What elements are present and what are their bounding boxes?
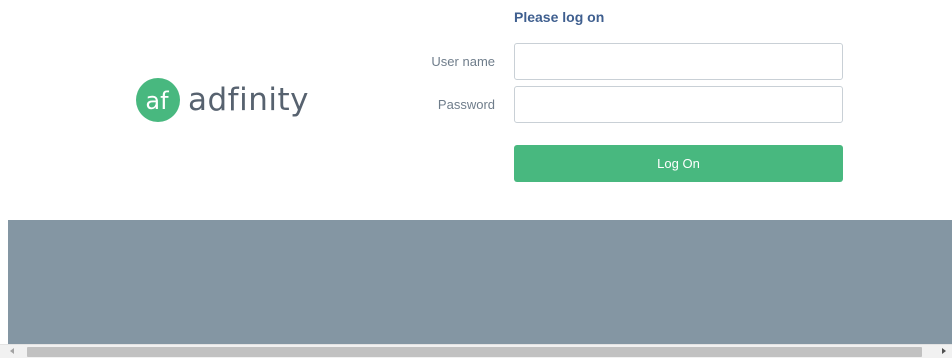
scroll-left-arrow-icon[interactable] — [10, 348, 14, 354]
brand-name: adfinity — [188, 82, 309, 118]
brand-logo: af adfinity — [136, 78, 309, 122]
logo-mark-glyph: af — [145, 87, 169, 115]
scrollbar-thumb[interactable] — [27, 347, 922, 357]
adfinity-logo-mark-icon: af — [136, 78, 180, 122]
username-label: User name — [431, 54, 495, 69]
log-on-button[interactable]: Log On — [514, 145, 843, 182]
username-input[interactable] — [514, 43, 843, 80]
footer-band — [8, 220, 952, 344]
password-label: Password — [437, 97, 495, 112]
scroll-right-arrow-icon[interactable] — [942, 348, 946, 354]
login-page: af adfinity Please log on User name Pass… — [0, 0, 952, 358]
login-title: Please log on — [514, 9, 605, 25]
horizontal-scrollbar[interactable] — [0, 344, 952, 358]
password-input[interactable] — [514, 86, 843, 123]
